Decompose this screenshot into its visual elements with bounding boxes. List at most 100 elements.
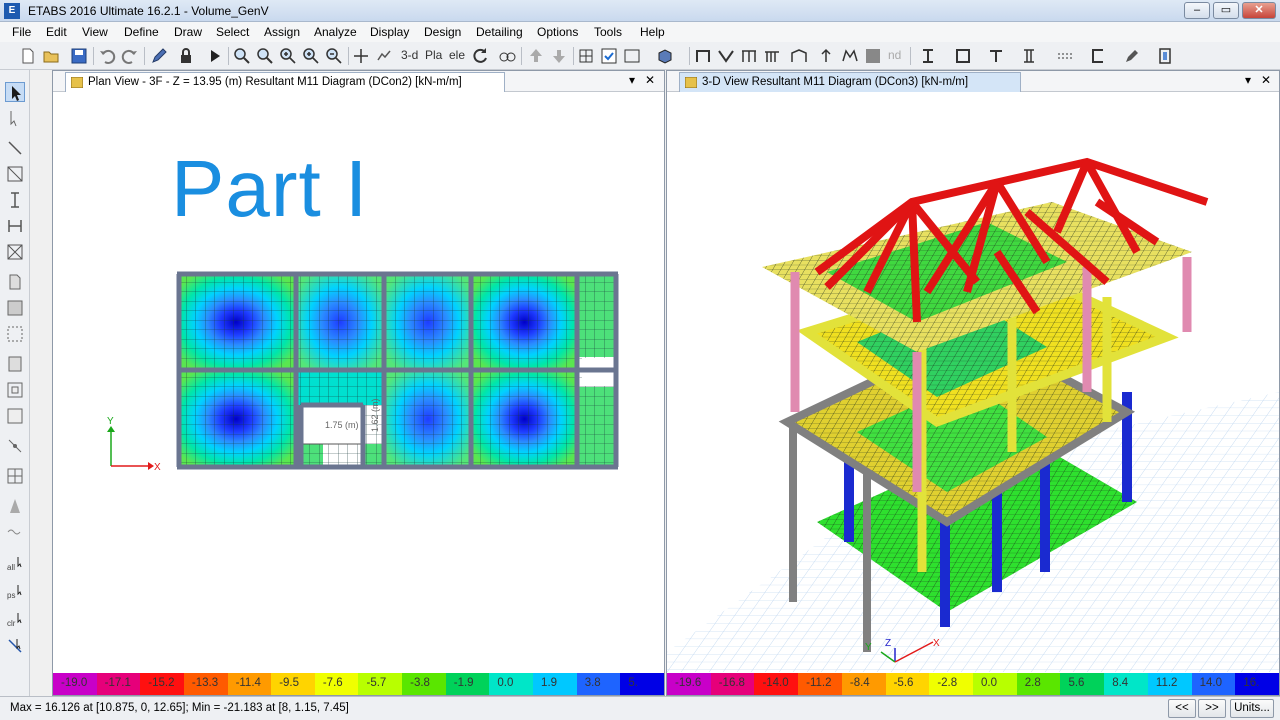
plan-legend-swatch: -17.1 [96,673,141,695]
menu-analyze[interactable]: Analyze [314,25,357,39]
select-all-icon[interactable]: all [5,554,25,574]
object-shading-icon[interactable] [655,46,675,66]
edit-pencil-icon[interactable] [1122,46,1142,66]
draw-cross-icon[interactable] [5,242,25,262]
plan-close-icon[interactable]: ✕ [645,73,655,87]
3d-close-icon[interactable]: ✕ [1261,73,1271,87]
menu-assign[interactable]: Assign [264,25,300,39]
menu-display[interactable]: Display [370,25,409,39]
draw-point-icon[interactable] [5,496,25,516]
section-i2-icon[interactable] [1019,46,1039,66]
pen-icon[interactable] [149,46,169,66]
pan-icon[interactable] [351,46,371,66]
draw-frame-icon[interactable] [693,46,713,66]
3d-legend-label: -19.6 [675,677,702,689]
zoom-window-icon[interactable] [232,46,252,66]
units-button[interactable]: Units... [1230,699,1274,718]
move-up-icon[interactable] [526,46,546,66]
menu-file[interactable]: File [12,25,31,39]
draw-wave-icon[interactable] [5,522,25,542]
menu-detailing[interactable]: Detailing [476,25,523,39]
draw-diagonal-icon[interactable] [5,164,25,184]
check-icon[interactable] [599,46,619,66]
3d-view-tab[interactable]: 3-D View Resultant M11 Diagram (DCon3) [… [679,72,1021,92]
draw-wall-icon[interactable] [789,46,809,66]
draw-columns-icon[interactable] [762,46,782,66]
plan-canvas[interactable]: 1.75 (m) 1.62 (m) Y X [53,92,664,672]
title-bar: E ETABS 2016 Ultimate 16.2.1 - Volume_Ge… [0,0,1280,22]
plan-view-tab[interactable]: Plan View - 3F - Z = 13.95 (m) Resultant… [65,72,505,92]
3d-legend-swatch: 14.0 [1191,673,1236,695]
draw-opening-icon[interactable] [5,380,25,400]
menu-tools[interactable]: Tools [594,25,622,39]
section-c-icon[interactable] [1088,46,1108,66]
restore-view-icon[interactable] [255,46,275,66]
draw-line-icon[interactable] [5,138,25,158]
undo-icon[interactable] [97,46,117,66]
zoom-out-icon[interactable] [324,46,344,66]
perspective-icon[interactable] [497,46,517,66]
draw-grid-beam-icon[interactable] [5,216,25,236]
3d-legend-label: 8.4 [1112,677,1129,689]
draw-quick-area-icon[interactable] [5,324,25,344]
save-icon[interactable] [69,46,89,66]
pointer-icon[interactable] [5,82,25,102]
plan-dropdown-icon[interactable]: ▾ [629,73,635,87]
close-window-button[interactable]: ✕ [1242,2,1276,19]
nd-button[interactable]: nd [888,48,901,62]
plan-legend-label: -7.6 [322,677,343,689]
new-file-icon[interactable] [18,46,38,66]
select-previous-icon[interactable]: ps [5,582,25,602]
redo-icon[interactable] [120,46,140,66]
draw-link-icon[interactable] [816,46,836,66]
rotate-view-icon[interactable] [471,46,491,66]
3d-dropdown-icon[interactable]: ▾ [1245,73,1251,87]
draw-rect-area-icon[interactable] [5,298,25,318]
frame-section-icon[interactable] [622,46,642,66]
draw-brace-icon[interactable] [716,46,736,66]
reshape-icon[interactable] [5,108,25,128]
menu-edit[interactable]: Edit [46,25,67,39]
elevation-view-button[interactable]: ele [449,48,465,62]
section-i-icon[interactable] [918,46,938,66]
draw-area-icon[interactable] [863,46,883,66]
draw-wall-panel-icon[interactable] [5,354,25,374]
next-button[interactable]: >> [1198,699,1226,718]
section-hatch-icon[interactable] [1055,46,1075,66]
draw-floor-icon[interactable] [5,272,25,292]
run-analysis-icon[interactable] [205,46,225,66]
menu-draw[interactable]: Draw [174,25,202,39]
menu-define[interactable]: Define [124,25,159,39]
lock-icon[interactable] [176,46,196,66]
3d-view-button[interactable]: 3-d [401,48,418,62]
main-toolbar: 3-d Pla ele nd [0,42,1280,70]
draw-dimension-icon[interactable] [5,436,25,456]
rubber-band-icon[interactable] [374,46,394,66]
menu-options[interactable]: Options [537,25,578,39]
zoom-in-icon[interactable] [278,46,298,66]
previous-button[interactable]: << [1168,699,1196,718]
maximize-button[interactable]: ▭ [1213,2,1239,19]
menu-view[interactable]: View [82,25,108,39]
3d-legend-swatch: -16.8 [710,673,755,695]
section-box-icon[interactable] [953,46,973,66]
plan-view-button[interactable]: Pla [425,48,442,62]
menu-design[interactable]: Design [424,25,461,39]
draw-column-icon[interactable] [5,190,25,210]
3d-canvas[interactable]: Z Y X [667,92,1279,672]
select-grid-icon[interactable] [576,46,596,66]
minimize-button[interactable]: – [1184,2,1210,19]
draw-walls-icon[interactable] [5,406,25,426]
menu-select[interactable]: Select [216,25,249,39]
clear-selection-icon[interactable]: clr [5,610,25,630]
zoom-in-step-icon[interactable] [301,46,321,66]
open-file-icon[interactable] [41,46,61,66]
menu-help[interactable]: Help [640,25,665,39]
draw-grid-icon[interactable] [5,466,25,486]
move-down-icon[interactable] [549,46,569,66]
draw-beam-icon[interactable] [739,46,759,66]
section-column-icon[interactable] [1155,46,1175,66]
intersect-select-icon[interactable] [5,636,25,656]
draw-slab-icon[interactable] [840,46,860,66]
section-t-icon[interactable] [986,46,1006,66]
